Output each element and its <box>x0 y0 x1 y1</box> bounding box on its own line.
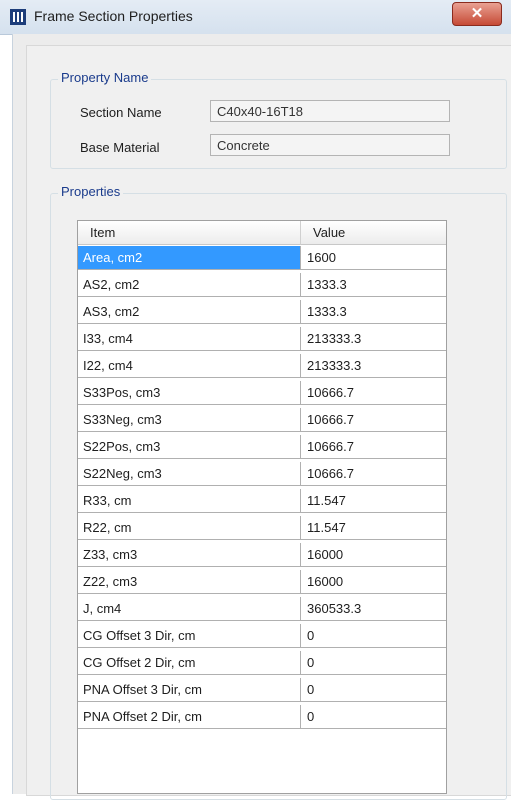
item-cell[interactable]: I33, cm4 <box>78 327 301 351</box>
base-material-label: Base Material <box>80 140 160 155</box>
table-row[interactable]: R33, cm 11.547 <box>78 489 446 513</box>
table-row[interactable]: I22, cm4 213333.3 <box>78 354 446 378</box>
frame-section-app-icon <box>10 9 26 25</box>
item-cell[interactable]: PNA Offset 2 Dir, cm <box>78 705 301 729</box>
properties-legend: Properties <box>58 184 124 199</box>
value-cell[interactable]: 1333.3 <box>301 273 446 297</box>
value-cell[interactable]: 0 <box>301 624 446 648</box>
item-cell[interactable]: Z33, cm3 <box>78 543 301 567</box>
table-row[interactable]: S22Pos, cm3 10666.7 <box>78 435 446 459</box>
table-row[interactable]: CG Offset 2 Dir, cm 0 <box>78 651 446 675</box>
value-cell[interactable]: 11.547 <box>301 516 446 540</box>
table-row[interactable]: AS2, cm2 1333.3 <box>78 273 446 297</box>
item-cell[interactable]: S33Neg, cm3 <box>78 408 301 432</box>
value-cell[interactable]: 213333.3 <box>301 327 446 351</box>
value-cell[interactable]: 16000 <box>301 543 446 567</box>
value-cell[interactable]: 10666.7 <box>301 462 446 486</box>
close-icon: ✕ <box>470 5 484 22</box>
item-cell[interactable]: S33Pos, cm3 <box>78 381 301 405</box>
value-cell[interactable]: 10666.7 <box>301 435 446 459</box>
item-cell[interactable]: AS2, cm2 <box>78 273 301 297</box>
value-cell[interactable]: 16000 <box>301 570 446 594</box>
table-row[interactable]: Z22, cm3 16000 <box>78 570 446 594</box>
item-cell[interactable]: S22Neg, cm3 <box>78 462 301 486</box>
item-cell[interactable]: Z22, cm3 <box>78 570 301 594</box>
table-row[interactable]: S33Pos, cm3 10666.7 <box>78 381 446 405</box>
grid-header: Item Value <box>78 221 446 245</box>
item-cell[interactable]: I22, cm4 <box>78 354 301 378</box>
value-cell[interactable]: 360533.3 <box>301 597 446 621</box>
value-cell[interactable]: 1333.3 <box>301 300 446 324</box>
item-cell[interactable]: AS3, cm2 <box>78 300 301 324</box>
table-row[interactable]: PNA Offset 2 Dir, cm 0 <box>78 705 446 729</box>
value-cell[interactable]: 11.547 <box>301 489 446 513</box>
table-row[interactable]: Area, cm2 1600 <box>78 246 446 270</box>
table-row[interactable]: AS3, cm2 1333.3 <box>78 300 446 324</box>
item-cell[interactable]: CG Offset 3 Dir, cm <box>78 624 301 648</box>
item-cell[interactable]: PNA Offset 3 Dir, cm <box>78 678 301 702</box>
table-row[interactable]: CG Offset 3 Dir, cm 0 <box>78 624 446 648</box>
table-row[interactable]: J, cm4 360533.3 <box>78 597 446 621</box>
value-cell[interactable]: 10666.7 <box>301 381 446 405</box>
column-header-item[interactable]: Item <box>78 221 301 245</box>
value-cell[interactable]: 1600 <box>301 246 446 270</box>
item-cell[interactable]: J, cm4 <box>78 597 301 621</box>
column-header-value[interactable]: Value <box>301 221 446 245</box>
section-name-field[interactable]: C40x40-16T18 <box>210 100 450 122</box>
properties-grid[interactable]: Item Value Area, cm2 1600 AS2, cm2 1333.3 AS… <box>77 220 447 794</box>
table-row[interactable]: R22, cm 11.547 <box>78 516 446 540</box>
value-cell[interactable]: 10666.7 <box>301 408 446 432</box>
item-cell[interactable]: R22, cm <box>78 516 301 540</box>
item-cell[interactable]: S22Pos, cm3 <box>78 435 301 459</box>
window-title: Frame Section Properties <box>34 8 193 24</box>
value-cell[interactable]: 0 <box>301 651 446 675</box>
property-name-legend: Property Name <box>58 70 152 85</box>
value-cell[interactable]: 0 <box>301 705 446 729</box>
value-cell[interactable]: 0 <box>301 678 446 702</box>
table-row[interactable]: Z33, cm3 16000 <box>78 543 446 567</box>
table-row[interactable]: I33, cm4 213333.3 <box>78 327 446 351</box>
table-row[interactable]: S22Neg, cm3 10666.7 <box>78 462 446 486</box>
section-name-label: Section Name <box>80 105 162 120</box>
item-cell[interactable]: R33, cm <box>78 489 301 513</box>
item-cell[interactable]: CG Offset 2 Dir, cm <box>78 651 301 675</box>
value-cell[interactable]: 213333.3 <box>301 354 446 378</box>
close-button[interactable]: ✕ <box>452 2 502 26</box>
table-row[interactable]: S33Neg, cm3 10666.7 <box>78 408 446 432</box>
title-bar: Frame Section Properties ✕ <box>0 0 511 35</box>
table-row[interactable]: PNA Offset 3 Dir, cm 0 <box>78 678 446 702</box>
item-cell[interactable]: Area, cm2 <box>78 246 301 270</box>
base-material-field[interactable]: Concrete <box>210 134 450 156</box>
